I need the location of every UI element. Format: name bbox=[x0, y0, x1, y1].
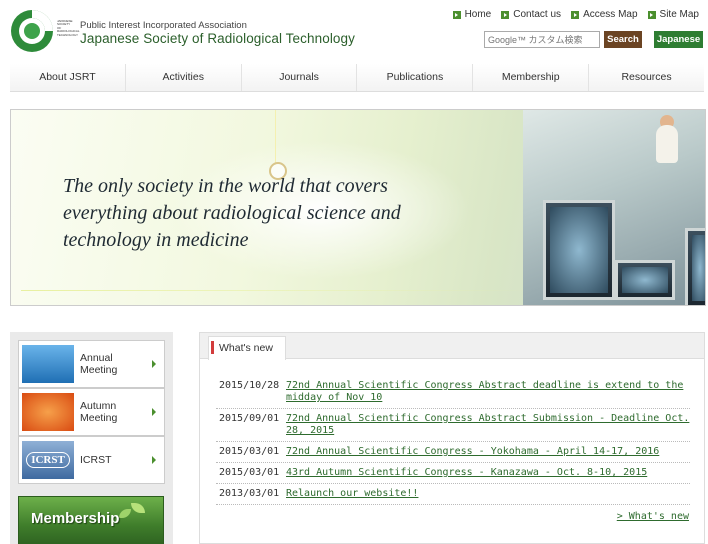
sidebar: Annual Meeting Autumn Meeting ICRST ICRS… bbox=[10, 332, 173, 544]
sidebar-item-label: Annual Meeting bbox=[80, 352, 118, 376]
arrow-icon bbox=[647, 10, 656, 19]
news-link[interactable]: Relaunch our website!! bbox=[286, 488, 418, 500]
list-item: 2015/09/01 72nd Annual Scientific Congre… bbox=[216, 409, 690, 442]
annual-meeting-thumb bbox=[22, 345, 74, 383]
sidebar-item-autumn-meeting[interactable]: Autumn Meeting bbox=[18, 388, 165, 436]
icrst-logo-text: ICRST bbox=[26, 452, 70, 468]
banner-light-line bbox=[275, 110, 276, 165]
monitor-image bbox=[543, 200, 615, 300]
news-date: 2015/03/01 bbox=[219, 446, 280, 457]
list-item: 2013/03/01 Relaunch our website!! bbox=[216, 484, 690, 505]
nav-about[interactable]: About JSRT bbox=[10, 64, 126, 91]
chevron-right-icon bbox=[152, 456, 156, 464]
tagline-line: The only society in the world that cover… bbox=[63, 175, 388, 197]
news-link[interactable]: 72nd Annual Scientific Congress - Yokoha… bbox=[286, 446, 659, 458]
chevron-right-icon bbox=[152, 360, 156, 368]
sidebar-item-label: ICRST bbox=[80, 454, 112, 466]
whats-new-more-link[interactable]: > What's new bbox=[617, 511, 689, 522]
list-item: 2015/03/01 43rd Autumn Scientific Congre… bbox=[216, 463, 690, 484]
membership-banner[interactable]: Membership bbox=[18, 496, 164, 544]
search-input[interactable] bbox=[484, 31, 600, 48]
contact-link[interactable]: Contact us bbox=[501, 9, 561, 20]
news-header: What's new bbox=[200, 333, 704, 360]
access-map-link[interactable]: Access Map bbox=[571, 9, 638, 20]
icrst-thumb: ICRST bbox=[22, 441, 74, 479]
site-map-link[interactable]: Site Map bbox=[647, 9, 699, 20]
jsrt-logo-icon[interactable] bbox=[10, 9, 54, 53]
site-header: JAPANESE SOCIETY OF RADIOLOGICAL TECHNOL… bbox=[0, 0, 708, 64]
news-date: 2015/03/01 bbox=[219, 467, 280, 478]
news-date: 2015/09/01 bbox=[219, 413, 280, 424]
whats-new-panel: What's new 2015/10/28 72nd Annual Scient… bbox=[199, 332, 705, 544]
japanese-language-button[interactable]: Japanese bbox=[654, 31, 703, 48]
list-item: 2015/10/28 72nd Annual Scientific Congre… bbox=[216, 376, 690, 409]
membership-banner-label: Membership bbox=[31, 510, 120, 527]
nav-publications[interactable]: Publications bbox=[357, 64, 474, 91]
hero-banner: The only society in the world that cover… bbox=[10, 109, 706, 306]
news-list: 2015/10/28 72nd Annual Scientific Congre… bbox=[216, 376, 690, 505]
sidebar-item-annual-meeting[interactable]: Annual Meeting bbox=[18, 340, 165, 388]
banner-light-line bbox=[21, 290, 541, 291]
arrow-icon bbox=[452, 10, 461, 19]
banner-tagline: The only society in the world that cover… bbox=[63, 173, 401, 254]
main-nav: About JSRT Activities Journals Publicati… bbox=[10, 64, 704, 92]
news-link[interactable]: 72nd Annual Scientific Congress Abstract… bbox=[286, 413, 690, 437]
arrow-icon bbox=[571, 10, 580, 19]
arrow-icon bbox=[501, 10, 510, 19]
tagline-line: everything about radiological science an… bbox=[63, 202, 401, 224]
tagline-line: technology in medicine bbox=[63, 229, 249, 251]
utility-links: Home Contact us Access Map Site Map bbox=[452, 9, 699, 20]
org-name[interactable]: Japanese Society of Radiological Technol… bbox=[80, 31, 355, 46]
chevron-right-icon bbox=[152, 408, 156, 416]
site-map-link-label: Site Map bbox=[659, 9, 699, 20]
contact-link-label: Contact us bbox=[513, 9, 562, 20]
sidebar-item-label: Autumn Meeting bbox=[80, 400, 118, 424]
news-link[interactable]: 72nd Annual Scientific Congress Abstract… bbox=[286, 380, 690, 404]
search-button[interactable]: Search bbox=[604, 31, 642, 48]
news-date: 2015/10/28 bbox=[219, 380, 280, 391]
sidebar-item-icrst[interactable]: ICRST ICRST bbox=[18, 436, 165, 484]
monitor-image bbox=[615, 260, 675, 300]
leaf-icon bbox=[119, 509, 131, 518]
leaf-icon bbox=[131, 503, 145, 513]
nav-membership[interactable]: Membership bbox=[473, 64, 590, 91]
nav-resources[interactable]: Resources bbox=[589, 64, 704, 91]
nav-activities[interactable]: Activities bbox=[126, 64, 242, 91]
banner-photo bbox=[523, 110, 705, 305]
logo-text: JAPANESE SOCIETY OF RADIOLOGICAL TECHNOL… bbox=[57, 19, 80, 37]
monitor-image bbox=[685, 228, 705, 305]
home-link-label: Home bbox=[464, 9, 492, 20]
nav-journals[interactable]: Journals bbox=[242, 64, 358, 91]
tab-whats-new[interactable]: What's new bbox=[208, 336, 286, 360]
access-map-link-label: Access Map bbox=[583, 9, 638, 20]
news-link[interactable]: 43rd Autumn Scientific Congress - Kanaza… bbox=[286, 467, 647, 479]
list-item: 2015/03/01 72nd Annual Scientific Congre… bbox=[216, 442, 690, 463]
banner-person bbox=[656, 125, 678, 163]
autumn-meeting-thumb bbox=[22, 393, 74, 431]
home-link[interactable]: Home bbox=[452, 9, 492, 20]
org-subtitle: Public Interest Incorporated Association bbox=[80, 20, 247, 31]
news-date: 2013/03/01 bbox=[219, 488, 280, 499]
